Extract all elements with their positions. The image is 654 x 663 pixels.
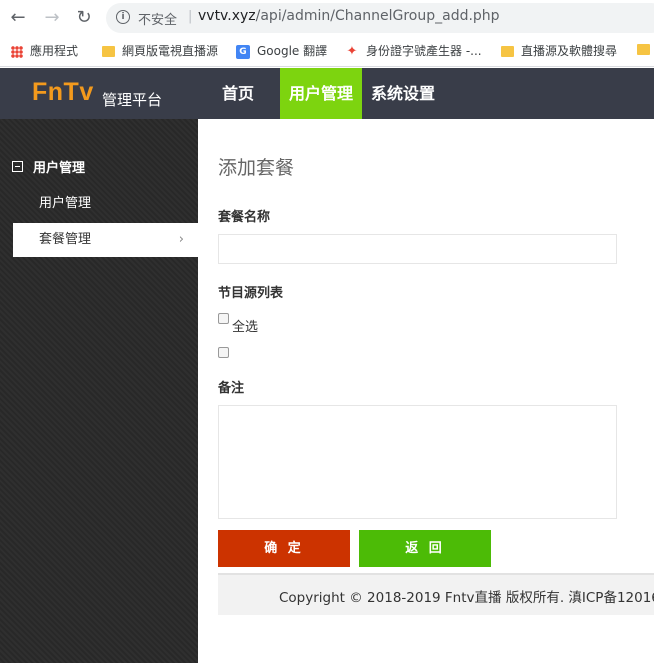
bookmark-id-generator[interactable]: ✦ 身份證字號產生器 -... (345, 42, 482, 59)
folder-icon (102, 46, 115, 57)
bookmark-overflow[interactable] (637, 42, 654, 56)
sidebar-item-label: 套餐管理 (39, 232, 92, 247)
page-title: 添加套餐 (218, 157, 295, 179)
package-name-input[interactable] (218, 234, 617, 264)
top-navigation: FnTv 管理平台 首页 用户管理 系统设置 (0, 68, 654, 119)
url-path: /api/admin/ChannelGroup_add.php (255, 8, 500, 24)
nav-home[interactable]: 首页 (213, 68, 263, 119)
apps-grid-icon (11, 45, 23, 58)
url-separator: | (188, 9, 193, 24)
bookmark-live-search[interactable]: 直播源及軟體搜尋 (501, 42, 617, 59)
channel-checkbox[interactable] (218, 347, 229, 358)
main-content: 添加套餐 套餐名称 节目源列表 全选 备注 确 定 返 回 Copyright … (198, 119, 654, 663)
package-name-label: 套餐名称 (218, 210, 271, 225)
url-text[interactable]: vvtv.xyz/api/admin/ChannelGroup_add.php (198, 8, 500, 24)
google-translate-icon: G (236, 44, 250, 59)
folder-icon (501, 46, 514, 57)
channel-list-label: 节目源列表 (218, 286, 284, 301)
logo-subtitle: 管理平台 (102, 91, 163, 109)
not-secure-label: 不安全 (138, 13, 178, 28)
bookmarks-bar: 應用程式 網頁版電視直播源 G Google 翻譯 ✦ 身份證字號產生器 -... … (0, 36, 654, 67)
browser-toolbar: ← → ↻ i 不安全 | vvtv.xyz/api/admin/Channel… (0, 0, 654, 36)
sidebar-section-label: 用户管理 (33, 161, 86, 176)
confirm-button[interactable]: 确 定 (218, 530, 350, 567)
reload-icon[interactable]: ↻ (74, 8, 94, 28)
sidebar-item-users[interactable]: 用户管理 (13, 187, 198, 221)
bookmark-tv-live[interactable]: 網頁版電視直播源 (102, 42, 218, 59)
sidebar-item-packages[interactable]: 套餐管理 › (13, 223, 198, 257)
bookmark-label: 網頁版電視直播源 (122, 44, 219, 58)
chevron-right-icon: › (178, 232, 184, 247)
url-host: vvtv.xyz (198, 8, 256, 24)
remark-label: 备注 (218, 381, 245, 396)
bookmark-label: 應用程式 (30, 44, 79, 58)
forward-arrow-icon[interactable]: → (42, 8, 62, 28)
sidebar-item-label: 用户管理 (39, 196, 92, 211)
sidebar: 用户管理 用户管理 套餐管理 › (0, 119, 198, 663)
select-all-label[interactable]: 全选 (232, 316, 258, 335)
back-button[interactable]: 返 回 (359, 530, 491, 567)
bookmark-google-translate[interactable]: G Google 翻譯 (236, 42, 327, 59)
folder-icon (637, 44, 650, 55)
sidebar-section-user-management[interactable]: 用户管理 (12, 157, 85, 176)
back-arrow-icon[interactable]: ← (8, 8, 28, 28)
footer: Copyright © 2018-2019 Fntv直播 版权所有. 滇ICP备… (218, 573, 654, 615)
info-icon[interactable]: i (116, 10, 130, 24)
nav-user-management[interactable]: 用户管理 (280, 68, 363, 119)
bookmark-apps[interactable]: 應用程式 (11, 42, 78, 59)
select-all-checkbox[interactable] (218, 313, 229, 324)
pinwheel-icon: ✦ (346, 44, 358, 59)
bookmark-label: 直播源及軟體搜尋 (521, 44, 618, 58)
remark-textarea[interactable] (218, 405, 617, 519)
collapse-icon (12, 161, 23, 172)
bookmark-label: 身份證字號產生器 -... (366, 44, 482, 58)
logo[interactable]: FnTv (32, 78, 94, 107)
bookmark-label: Google 翻譯 (257, 44, 328, 58)
nav-system-settings[interactable]: 系统设置 (362, 68, 444, 119)
copyright-text: Copyright © 2018-2019 Fntv直播 版权所有. 滇ICP备… (279, 590, 654, 606)
